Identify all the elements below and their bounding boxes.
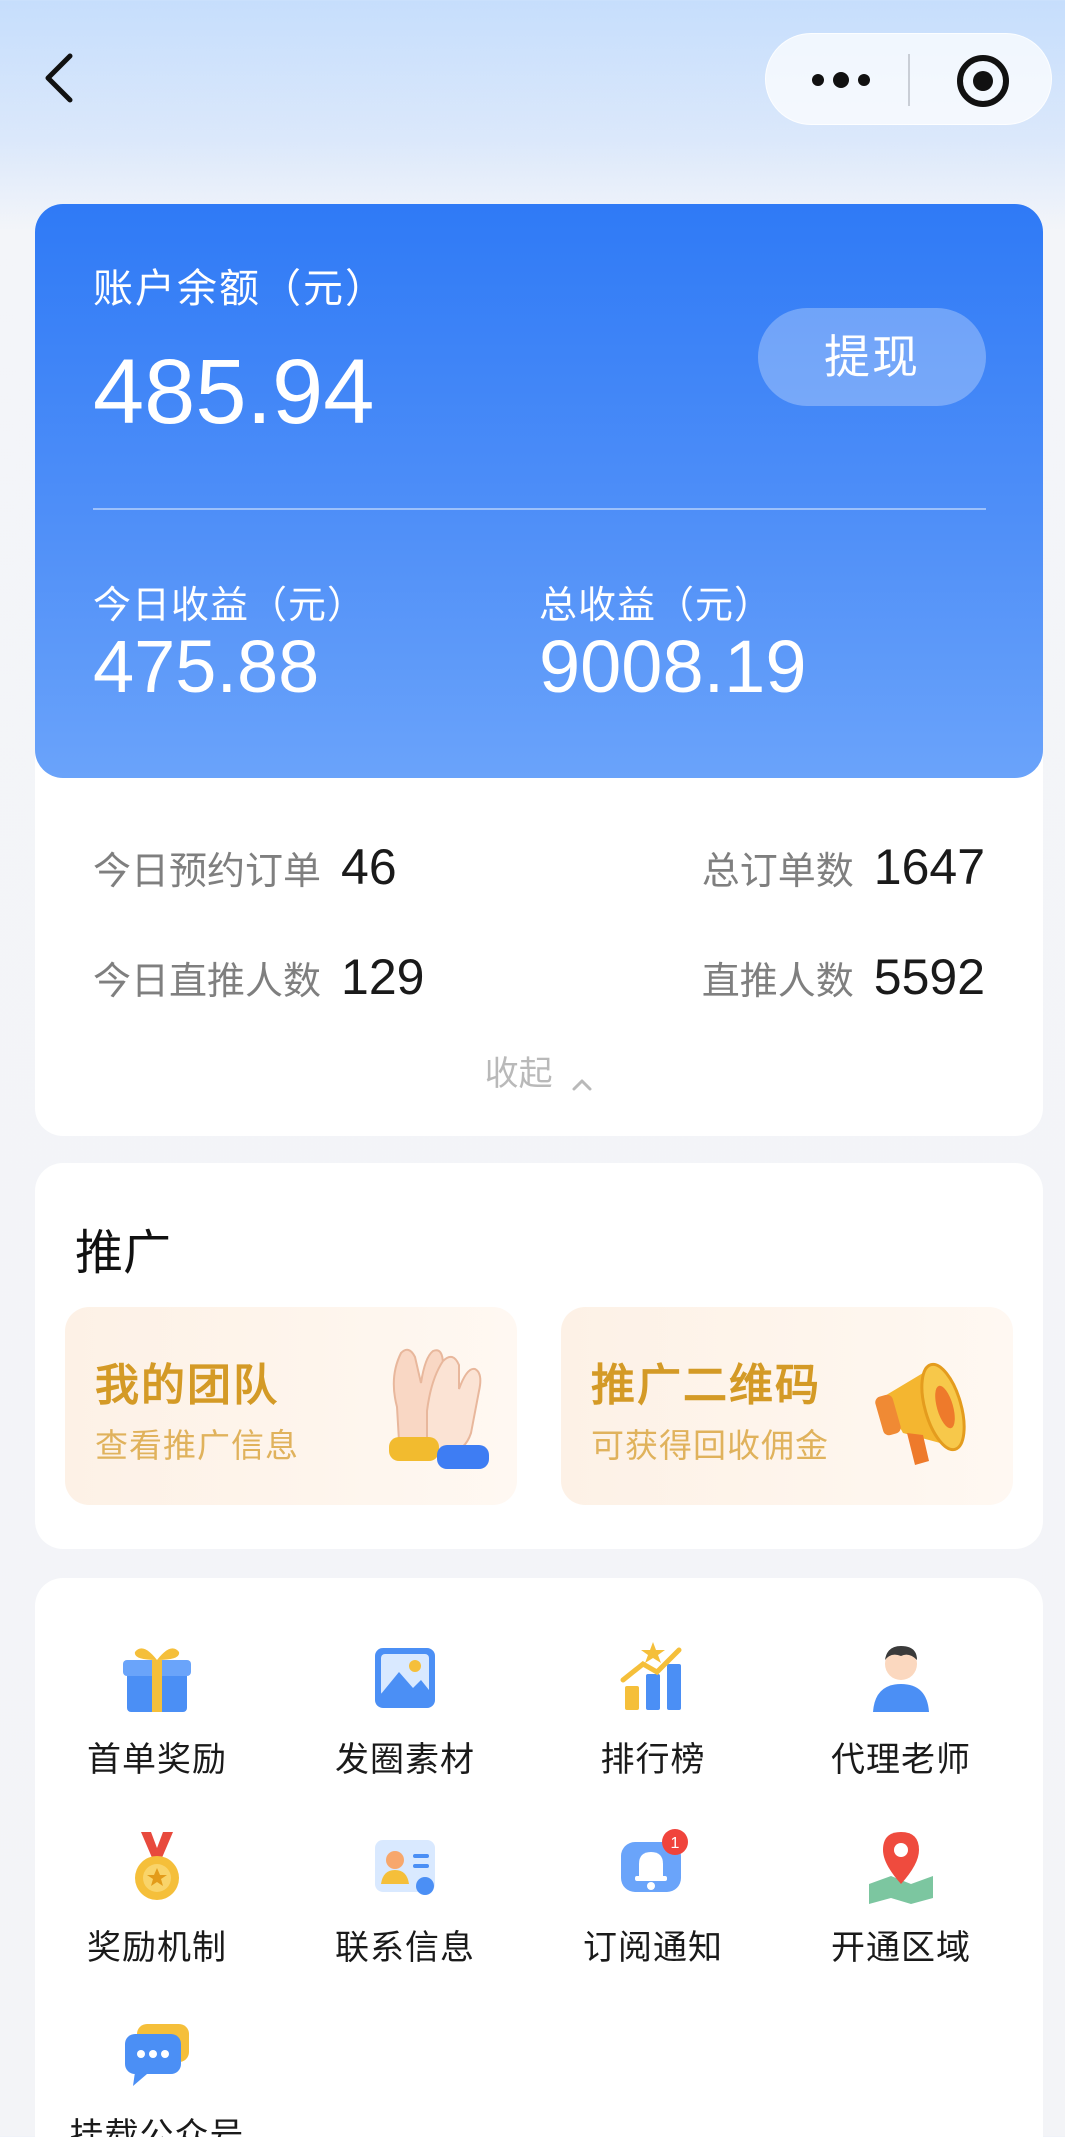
balance-value: 485.94 bbox=[93, 341, 375, 443]
notification-badge: 1 bbox=[671, 1835, 680, 1852]
total-orders-value: 1647 bbox=[873, 839, 985, 895]
today-direct-label: 今日直推人数 bbox=[93, 959, 322, 1003]
grid-item-share-materials[interactable]: 发圈素材 bbox=[285, 1638, 525, 1781]
direct-label: 直推人数 bbox=[701, 959, 854, 1003]
grid-item-label: 首单奖励 bbox=[87, 1740, 227, 1780]
today-orders-label: 今日预约订单 bbox=[93, 849, 322, 893]
grid-item-label: 奖励机制 bbox=[87, 1928, 227, 1968]
today-orders-stat: 今日预约订单 46 bbox=[93, 838, 397, 896]
image-icon bbox=[365, 1638, 445, 1718]
grid-item-label: 发圈素材 bbox=[335, 1740, 475, 1780]
total-earnings-value: 9008.19 bbox=[539, 625, 807, 708]
my-team-tile[interactable]: 我的团队 查看推广信息 bbox=[65, 1307, 517, 1505]
contact-card-icon bbox=[365, 1826, 445, 1906]
grid-item-reward-mechanism[interactable]: 奖励机制 bbox=[37, 1826, 277, 1969]
total-earnings-label: 总收益（元） bbox=[539, 583, 774, 627]
back-arrow-icon[interactable] bbox=[38, 50, 82, 106]
grid-item-mount-official-account[interactable]: 挂载公众号 bbox=[37, 2014, 277, 2137]
direct-value: 5592 bbox=[873, 949, 985, 1005]
balance-divider bbox=[93, 508, 986, 510]
promo-card: 推广 我的团队 查看推广信息 推广二维码 可获得回收佣金 bbox=[35, 1163, 1043, 1549]
promo-qrcode-title: 推广二维码 bbox=[591, 1360, 821, 1411]
collapse-toggle[interactable]: 收起 bbox=[35, 1046, 1043, 1095]
grid-item-open-region[interactable]: 开通区域 bbox=[781, 1826, 1021, 1969]
promo-qrcode-subtitle: 可获得回收佣金 bbox=[591, 1426, 829, 1465]
balance-card: 账户余额（元） 485.94 提现 今日收益（元） 475.88 总收益（元） … bbox=[35, 204, 1043, 778]
grid-item-label: 联系信息 bbox=[335, 1928, 475, 1968]
today-direct-stat: 今日直推人数 129 bbox=[93, 948, 424, 1006]
promo-qrcode-tile[interactable]: 推广二维码 可获得回收佣金 bbox=[561, 1307, 1013, 1505]
grid-item-label: 挂载公众号 bbox=[69, 2116, 245, 2137]
today-direct-value: 129 bbox=[341, 949, 425, 1005]
total-orders-label: 总订单数 bbox=[701, 849, 854, 893]
grid-item-label: 开通区域 bbox=[831, 1928, 971, 1968]
medal-icon bbox=[117, 1826, 197, 1906]
high-five-hands-icon bbox=[367, 1337, 497, 1477]
today-orders-value: 46 bbox=[341, 839, 397, 895]
balance-label: 账户余额（元） bbox=[93, 266, 387, 312]
my-team-subtitle: 查看推广信息 bbox=[95, 1426, 299, 1465]
gift-box-icon bbox=[117, 1638, 197, 1718]
chevron-up-icon bbox=[571, 1065, 593, 1090]
capsule-divider bbox=[908, 54, 910, 106]
bell-icon: 1 bbox=[613, 1826, 693, 1906]
grid-item-contact-info[interactable]: 联系信息 bbox=[285, 1826, 525, 1969]
chat-bubble-icon bbox=[117, 2014, 197, 2094]
top-nav-bar bbox=[0, 0, 1065, 145]
grid-item-label: 排行榜 bbox=[600, 1740, 706, 1780]
my-team-title: 我的团队 bbox=[95, 1360, 279, 1411]
today-earnings-value: 475.88 bbox=[93, 625, 320, 708]
map-pin-icon bbox=[861, 1826, 941, 1906]
grid-item-subscribe-notify[interactable]: 1 订阅通知 bbox=[533, 1826, 773, 1969]
grid-item-first-order-reward[interactable]: 首单奖励 bbox=[37, 1638, 277, 1781]
person-icon bbox=[861, 1638, 941, 1718]
grid-item-agent-teacher[interactable]: 代理老师 bbox=[781, 1638, 1021, 1781]
grid-item-leaderboard[interactable]: 排行榜 bbox=[533, 1638, 773, 1781]
today-earnings-label: 今日收益（元） bbox=[93, 583, 367, 627]
collapse-label: 收起 bbox=[484, 1054, 553, 1094]
megaphone-icon bbox=[863, 1337, 993, 1477]
grid-item-label: 代理老师 bbox=[831, 1740, 971, 1780]
direct-stat: 直推人数 5592 bbox=[702, 948, 985, 1006]
target-circle-icon[interactable] bbox=[955, 53, 1011, 109]
total-orders-stat: 总订单数 1647 bbox=[702, 838, 985, 896]
feature-grid-card: 首单奖励 发圈素材 排行榜 代理老师 奖励机制 联系信息 1 订阅通知 开通区域… bbox=[35, 1578, 1043, 2137]
mini-program-capsule bbox=[765, 33, 1052, 125]
grid-item-label: 订阅通知 bbox=[583, 1928, 723, 1968]
withdraw-button[interactable]: 提现 bbox=[758, 308, 986, 406]
orders-stats: 今日预约订单 46 总订单数 1647 今日直推人数 129 直推人数 5592 收起 bbox=[35, 778, 1043, 1136]
ranking-chart-icon bbox=[613, 1638, 693, 1718]
more-dots-icon[interactable] bbox=[806, 60, 876, 100]
promo-title: 推广 bbox=[75, 1225, 172, 1281]
